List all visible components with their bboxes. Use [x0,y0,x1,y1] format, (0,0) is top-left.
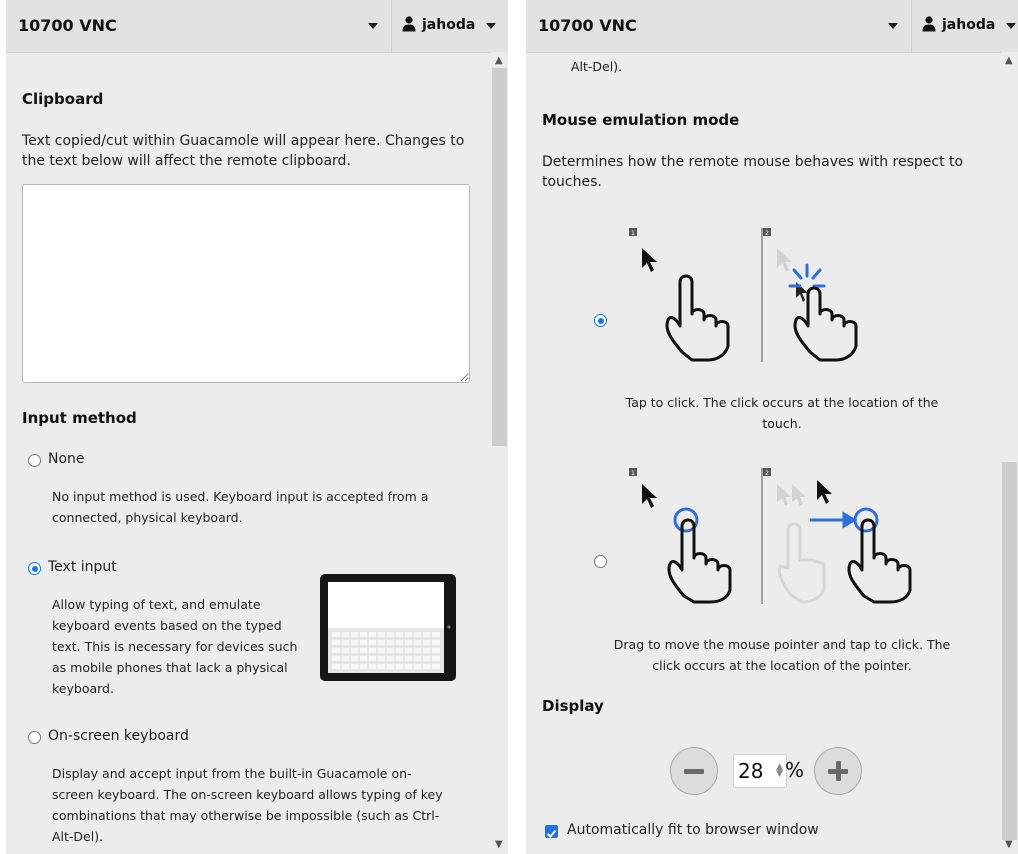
mouse-emulation-description: Determines how the remote mouse behaves … [542,154,964,190]
clipboard-textarea[interactable] [22,184,470,383]
input-method-none-description: No input method is used. Keyboard input … [52,489,429,525]
step-label: 1 [631,230,635,237]
scroll-down-icon[interactable]: ▼ [495,840,503,850]
caret-down-icon[interactable] [888,23,898,29]
auto-fit-label[interactable]: Automatically fit to browser window [567,822,819,838]
user-name[interactable]: jahoda [422,17,475,33]
header-divider [391,0,392,52]
menu-header: 10700 VNC jahoda [526,0,1018,53]
input-method-text-label[interactable]: Text input [48,559,117,575]
clipboard-description: Text copied/cut within Guacamole will ap… [22,133,465,169]
display-heading: Display [542,697,604,715]
step-label: 2 [765,230,769,237]
step-label: 1 [631,470,635,477]
guacamole-menu-left: 10700 VNC jahoda Clipboard Text copied/c… [6,0,508,854]
mouse-mode-touchpad-radio[interactable] [594,555,607,568]
connection-title[interactable]: 10700 VNC [18,16,117,35]
plus-icon [836,761,841,781]
zoom-out-button[interactable] [670,747,718,795]
user-name[interactable]: jahoda [942,17,995,33]
mouse-mode-touch-radio[interactable] [594,314,607,327]
zoom-input[interactable]: 28 ▲ ▼ [733,754,787,788]
tap-to-click-illustration: 1 2 [629,228,858,362]
spinner-icon[interactable]: ▲ ▼ [776,763,783,779]
input-method-osk-description: Display and accept input from the built-… [52,766,443,844]
zoom-unit: % [785,758,805,782]
caret-down-icon[interactable] [368,23,378,29]
check-icon [546,829,557,838]
mouse-emulation-heading: Mouse emulation mode [542,111,740,129]
user-icon [402,16,416,32]
mouse-mode-touch-caption: Tap to click. The click occurs at the lo… [625,394,939,431]
input-method-text-radio[interactable] [28,562,41,575]
scroll-up-icon[interactable]: ▲ [495,56,503,66]
connection-title[interactable]: 10700 VNC [538,16,637,35]
scrollbar-left[interactable]: ▲ ▼ [491,52,508,854]
input-method-text-description: Allow typing of text, and emulate keyboa… [52,597,298,696]
osk-description-fragment: Alt-Del). [571,59,623,74]
input-method-none-label[interactable]: None [48,451,85,467]
input-method-osk-radio[interactable] [28,731,41,744]
scrollbar-right[interactable]: ▲ ▼ [1001,52,1018,854]
zoom-in-button[interactable] [814,747,862,795]
scroll-up-icon[interactable]: ▲ [1005,56,1013,66]
menu-content-right: Alt-Del). Mouse emulation mode Determine… [542,52,998,854]
scroll-down-icon[interactable]: ▼ [1005,840,1013,850]
user-icon [922,16,936,32]
tablet-keyboard-illustration [320,574,456,681]
scroll-thumb[interactable] [492,68,507,446]
mouse-mode-touchpad-caption: Drag to move the mouse pointer and tap t… [613,636,951,673]
scroll-thumb[interactable] [1002,462,1017,840]
auto-fit-checkbox[interactable] [545,825,558,838]
minus-icon [684,769,704,774]
input-method-heading: Input method [22,409,137,427]
menu-content-left: Clipboard Text copied/cut within Guacamo… [22,52,488,854]
guacamole-menu-right: 10700 VNC jahoda Alt-Del). Mouse emulati… [526,0,1018,854]
menu-header: 10700 VNC jahoda [6,0,508,53]
input-method-none-radio[interactable] [28,454,41,467]
clipboard-heading: Clipboard [22,90,104,108]
caret-down-icon[interactable] [486,23,496,29]
input-method-osk-label[interactable]: On-screen keyboard [48,728,189,744]
caret-down-icon[interactable] [1006,23,1016,29]
drag-to-move-illustration: 1 2 [629,468,912,604]
zoom-value: 28 [738,759,764,783]
step-label: 2 [765,470,769,477]
header-divider [911,0,912,52]
